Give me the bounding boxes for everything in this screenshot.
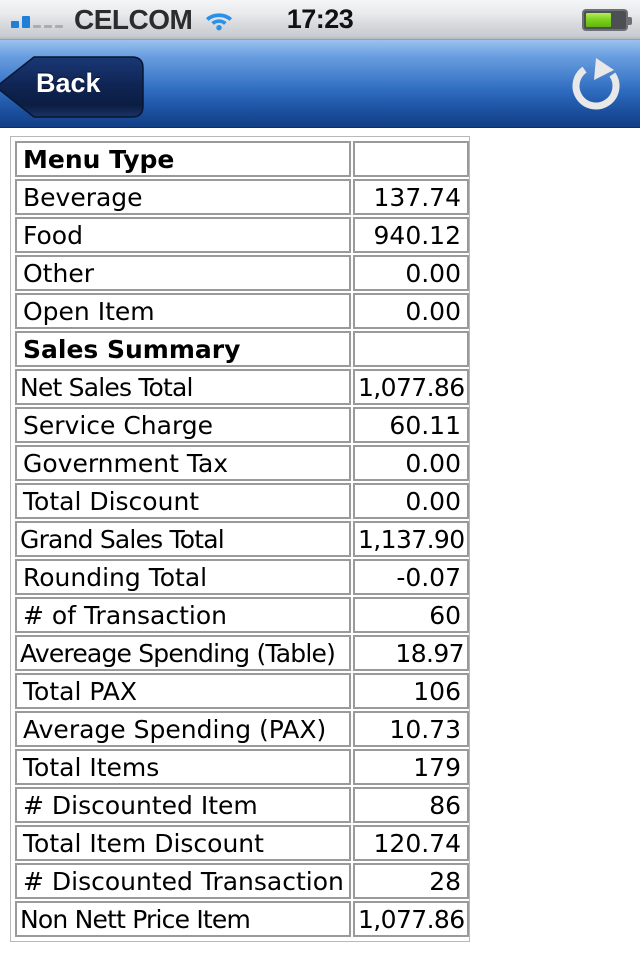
- table-row: Sales Summary: [15, 331, 469, 367]
- table-row: Open Item 0.00: [15, 293, 469, 329]
- row-label: # Discounted Transaction: [15, 863, 351, 899]
- row-value: 120.74: [353, 825, 469, 861]
- row-value: 179: [353, 749, 469, 785]
- table-row: Menu Type: [15, 141, 469, 177]
- table-row: Net Sales Total 1,077.86: [15, 369, 469, 405]
- row-value: 0.00: [353, 255, 469, 291]
- table-row: Total Items 179: [15, 749, 469, 785]
- table-row: Service Charge 60.11: [15, 407, 469, 443]
- row-label: Total Item Discount: [15, 825, 351, 861]
- table-row: Average Spending (PAX) 10.73: [15, 711, 469, 747]
- table-row: Avereage Spending (Table) 18.97: [15, 635, 469, 671]
- table-row: # of Transaction 60: [15, 597, 469, 633]
- row-value: 137.74: [353, 179, 469, 215]
- row-value: 106: [353, 673, 469, 709]
- row-value: 1,077.86: [353, 901, 469, 937]
- row-label: Non Nett Price Item: [15, 901, 351, 937]
- row-value: 18.97: [353, 635, 469, 671]
- row-value: 60.11: [353, 407, 469, 443]
- table-row: Total Discount 0.00: [15, 483, 469, 519]
- table-row: # Discounted Transaction 28: [15, 863, 469, 899]
- row-label: Rounding Total: [15, 559, 351, 595]
- battery-icon: [582, 9, 632, 31]
- table-row: Food 940.12: [15, 217, 469, 253]
- row-label: # Discounted Item: [15, 787, 351, 823]
- table-row: Total PAX 106: [15, 673, 469, 709]
- table-row: Total Item Discount 120.74: [15, 825, 469, 861]
- row-label: Grand Sales Total: [15, 521, 351, 557]
- table-row: Non Nett Price Item 1,077.86: [15, 901, 469, 937]
- row-label: Service Charge: [15, 407, 351, 443]
- report-content[interactable]: Menu Type Beverage 137.74 Food 940.12 Other 0.…: [0, 128, 640, 960]
- back-button-label: Back: [36, 68, 101, 98]
- row-value: 0.00: [353, 445, 469, 481]
- row-label: Beverage: [15, 179, 351, 215]
- row-value: -0.07: [353, 559, 469, 595]
- row-value: [353, 141, 469, 177]
- row-value: 1,137.90: [353, 521, 469, 557]
- status-bar: CELCOM 17:23: [0, 0, 640, 40]
- refresh-button[interactable]: [566, 56, 626, 116]
- row-label: # of Transaction: [15, 597, 351, 633]
- battery-fill: [586, 13, 612, 27]
- table-row: Government Tax 0.00: [15, 445, 469, 481]
- report-table-body: Menu Type Beverage 137.74 Food 940.12 Other 0.…: [15, 141, 469, 937]
- row-value: 0.00: [353, 483, 469, 519]
- row-label: Other: [15, 255, 351, 291]
- table-row: # Discounted Item 86: [15, 787, 469, 823]
- navigation-bar: Back: [0, 40, 640, 128]
- row-value: 28: [353, 863, 469, 899]
- table-row: Grand Sales Total 1,137.90: [15, 521, 469, 557]
- status-bar-clock: 17:23: [286, 4, 354, 34]
- row-label: Menu Type: [15, 141, 351, 177]
- row-label: Avereage Spending (Table): [15, 635, 351, 671]
- sales-report-table: Menu Type Beverage 137.74 Food 940.12 Other 0.…: [10, 136, 470, 942]
- table-row: Rounding Total -0.07: [15, 559, 469, 595]
- row-value: 0.00: [353, 293, 469, 329]
- row-value: 60: [353, 597, 469, 633]
- row-label: Open Item: [15, 293, 351, 329]
- row-label: Total Discount: [15, 483, 351, 519]
- back-button[interactable]: Back: [0, 54, 132, 116]
- table-row: Other 0.00: [15, 255, 469, 291]
- refresh-icon: [572, 58, 620, 110]
- row-label: Sales Summary: [15, 331, 351, 367]
- row-value: [353, 331, 469, 367]
- row-label: Food: [15, 217, 351, 253]
- row-label: Total Items: [15, 749, 351, 785]
- row-value: 940.12: [353, 217, 469, 253]
- row-value: 1,077.86: [353, 369, 469, 405]
- table-row: Beverage 137.74: [15, 179, 469, 215]
- row-label: Average Spending (PAX): [15, 711, 351, 747]
- row-value: 86: [353, 787, 469, 823]
- row-label: Total PAX: [15, 673, 351, 709]
- row-label: Government Tax: [15, 445, 351, 481]
- row-label: Net Sales Total: [15, 369, 351, 405]
- row-value: 10.73: [353, 711, 469, 747]
